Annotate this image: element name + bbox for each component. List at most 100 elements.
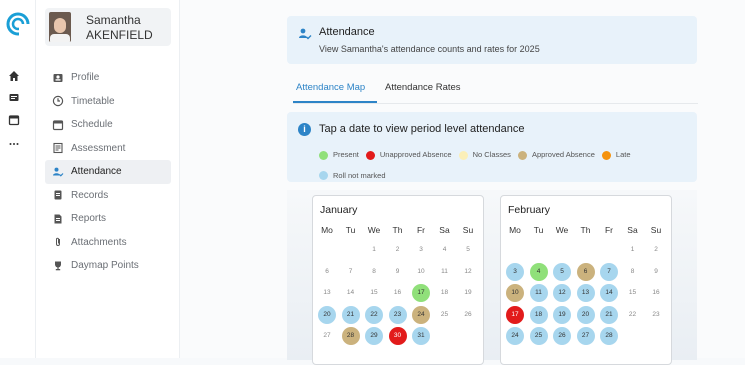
calendar-day[interactable]: 12 [553, 284, 571, 302]
calendar-day[interactable]: 7 [342, 263, 360, 281]
sidebar-item-daymap-points[interactable]: Daymap Points [45, 254, 171, 278]
legend-label: Present [333, 150, 359, 159]
calendar-day[interactable]: 16 [647, 284, 665, 302]
calendar-day[interactable]: 9 [389, 263, 407, 281]
tab-attendance-rates[interactable]: Attendance Rates [385, 82, 461, 93]
legend-item: Unapproved Absence [365, 146, 452, 164]
calendar-day[interactable]: 23 [388, 305, 407, 324]
weekday-header: Mo [509, 225, 521, 235]
calendar-day[interactable]: 4 [529, 262, 548, 281]
legend-label: Approved Absence [531, 150, 595, 159]
calendar-day[interactable]: 27 [318, 327, 336, 345]
sidebar-item-records[interactable]: Records [45, 184, 171, 208]
legend-swatch [319, 150, 328, 160]
calendar-day[interactable]: 9 [647, 263, 665, 281]
sidebar-item-timetable[interactable]: Timetable [45, 90, 171, 114]
calendar-day[interactable]: 19 [553, 305, 571, 324]
calendar-day[interactable]: 13 [576, 284, 595, 302]
calendar-day[interactable]: 22 [624, 306, 642, 324]
calendar-day[interactable]: 8 [624, 263, 642, 281]
avatar [49, 12, 71, 42]
calendar-day[interactable]: 24 [506, 327, 524, 345]
sidebar-item-assessment[interactable]: Assessment [45, 137, 171, 161]
calendar-day[interactable]: 7 [600, 262, 618, 281]
calendar-day[interactable]: 20 [318, 305, 336, 324]
calendar-day[interactable]: 28 [600, 327, 618, 345]
sidebar-item-attachments[interactable]: Attachments [45, 231, 171, 255]
calendar-day[interactable]: 30 [388, 327, 407, 345]
calendar-day[interactable]: 18 [436, 284, 454, 302]
legend-item: Approved Absence [517, 146, 595, 164]
calendar-day[interactable]: 10 [412, 263, 430, 281]
calendar-day[interactable]: 5 [553, 262, 571, 281]
calendar-day[interactable]: 6 [576, 262, 595, 281]
calendar-day[interactable]: 11 [436, 263, 454, 281]
tab-attendance-map[interactable]: Attendance Map [296, 82, 365, 93]
calendar-day[interactable]: 17 [506, 305, 524, 324]
calendar-day[interactable]: 6 [318, 263, 336, 281]
calendar-day[interactable]: 3 [506, 262, 524, 281]
calendar-day[interactable]: 8 [365, 263, 383, 281]
student-last-name: AKENFIELD [86, 28, 153, 42]
records-icon [45, 189, 71, 201]
calendar-day[interactable]: 28 [341, 327, 360, 345]
calendar-rail-icon[interactable] [8, 114, 20, 126]
calendar-day[interactable]: 14 [342, 284, 360, 302]
home-icon[interactable] [8, 70, 20, 82]
calendar-day[interactable]: 19 [459, 284, 477, 302]
tab-divider [293, 103, 698, 104]
messages-icon[interactable] [8, 92, 20, 104]
calendar-icon [45, 119, 71, 131]
calendar-day[interactable]: 10 [506, 284, 524, 302]
calendar-day[interactable]: 26 [553, 327, 571, 345]
calendar-day[interactable]: 13 [318, 284, 336, 302]
more-icon[interactable] [8, 138, 20, 150]
calendar-day[interactable]: 15 [624, 284, 642, 302]
weekday-header: Sa [627, 225, 638, 235]
calendar-day[interactable]: 25 [529, 327, 548, 345]
calendar-day[interactable]: 21 [341, 305, 360, 324]
attendance-header-card: Attendance View Samantha's attendance co… [287, 16, 697, 64]
info-icon: i [298, 123, 311, 136]
daymap-logo-icon[interactable] [6, 12, 30, 36]
legend-item: No Classes [458, 146, 511, 164]
calendar-day[interactable]: 2 [389, 241, 407, 259]
calendar-day[interactable]: 17 [412, 284, 430, 302]
calendar-day[interactable]: 18 [529, 305, 548, 324]
legend-item: Present [319, 146, 359, 164]
calendar-day[interactable]: 16 [389, 284, 407, 302]
calendar-day[interactable]: 12 [459, 263, 477, 281]
calendar-day[interactable]: 21 [600, 305, 618, 324]
assessment-icon [45, 142, 71, 154]
calendar-day[interactable]: 31 [412, 327, 430, 345]
calendar-day[interactable]: 27 [576, 327, 595, 345]
calendar-day[interactable]: 5 [459, 241, 477, 259]
calendar-day[interactable]: 29 [365, 327, 383, 345]
weekday-header: Sa [439, 225, 450, 235]
sidebar-item-reports[interactable]: Reports [45, 207, 171, 231]
calendar-day[interactable]: 22 [365, 305, 383, 324]
calendar-day[interactable]: 24 [412, 305, 430, 324]
reports-icon [45, 213, 71, 225]
calendar-day[interactable]: 20 [576, 305, 595, 324]
calendar-day[interactable]: 4 [436, 241, 454, 259]
calendar-day[interactable]: 25 [436, 306, 454, 324]
student-first-name: Samantha [86, 13, 141, 27]
calendar-day[interactable]: 11 [529, 284, 548, 302]
sidebar-item-schedule[interactable]: Schedule [45, 113, 171, 137]
calendar-day[interactable]: 1 [365, 241, 383, 259]
sidebar-item-attendance[interactable]: Attendance [45, 160, 171, 184]
calendar-day[interactable]: 15 [365, 284, 383, 302]
calendar-day[interactable]: 26 [459, 306, 477, 324]
calendar-day[interactable]: 14 [600, 284, 618, 302]
weekday-header: Tu [533, 225, 544, 235]
attendance-icon [45, 166, 71, 178]
calendar-day[interactable]: 2 [647, 241, 665, 259]
sidebar-item-profile[interactable]: Profile [45, 66, 171, 90]
calendar-day[interactable]: 3 [412, 241, 430, 259]
calendar-day[interactable]: 23 [647, 306, 665, 324]
sidebar-item-label: Assessment [71, 142, 126, 154]
calendar-day[interactable]: 1 [624, 241, 642, 259]
legend-label: Unapproved Absence [379, 150, 452, 159]
student-profile-card[interactable]: Samantha AKENFIELD [45, 8, 171, 46]
